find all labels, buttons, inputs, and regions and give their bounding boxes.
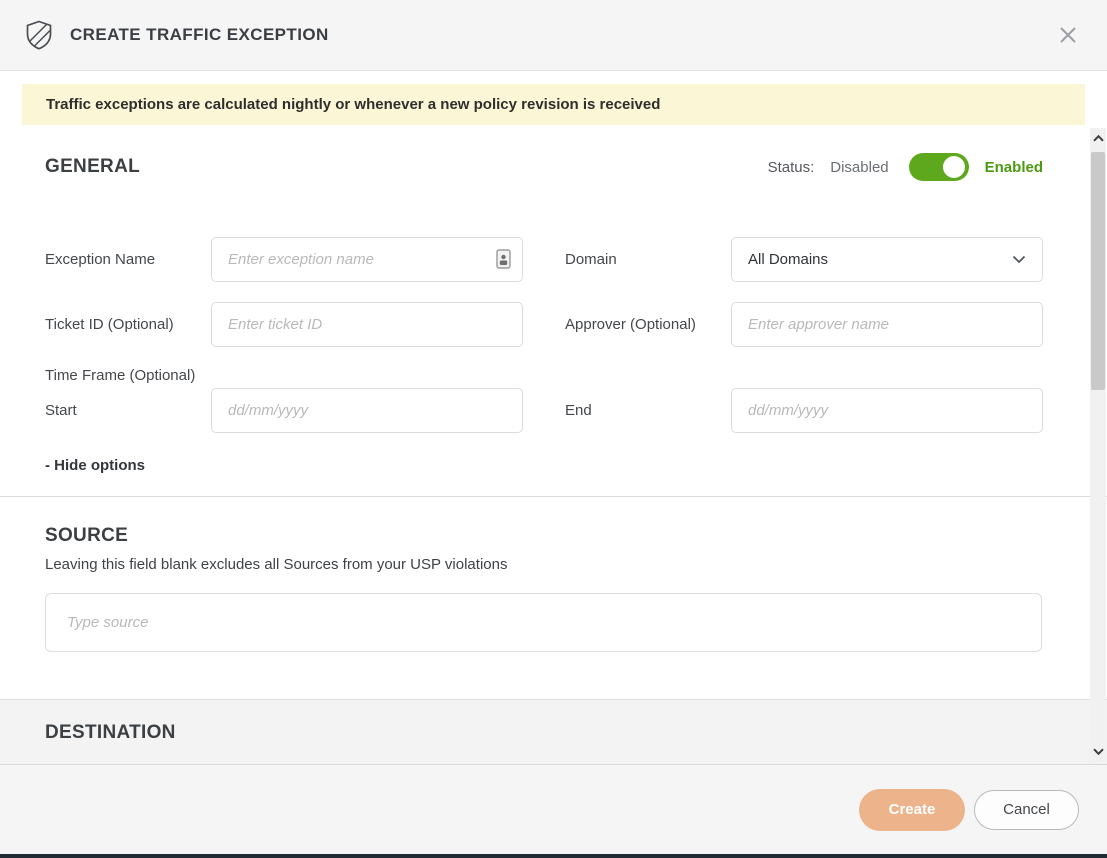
section-source: SOURCE Leaving this field blank excludes… (0, 497, 1107, 700)
status-toggle[interactable] (909, 153, 969, 181)
end-date-input[interactable] (731, 388, 1043, 433)
status-label: Status: (768, 159, 815, 176)
approver-input[interactable] (731, 302, 1043, 347)
section-destination: DESTINATION (0, 700, 1107, 765)
banner-area: Traffic exceptions are calculated nightl… (0, 71, 1107, 128)
general-form: Exception Name Domain All Domains (45, 237, 1043, 474)
create-button[interactable]: Create (859, 789, 965, 831)
chevron-down-icon[interactable] (1090, 744, 1106, 759)
timeframe-label: Time Frame (Optional) (45, 367, 1043, 388)
modal-title: CREATE TRAFFIC EXCEPTION (70, 25, 329, 45)
exception-name-input[interactable] (211, 237, 523, 282)
source-heading: SOURCE (45, 525, 1043, 547)
create-traffic-exception-modal: CREATE TRAFFIC EXCEPTION Traffic excepti… (0, 0, 1107, 858)
modal-footer: Create Cancel (0, 765, 1107, 854)
modal-header: CREATE TRAFFIC EXCEPTION (0, 0, 1107, 71)
chevron-down-icon (1012, 255, 1026, 264)
scrollbar[interactable] (1090, 128, 1106, 762)
toggle-knob (943, 156, 965, 178)
domain-selected-value: All Domains (748, 251, 828, 268)
hide-options-link[interactable]: - Hide options (45, 457, 1043, 474)
section-general: GENERAL Status: Disabled Enabled Excepti… (0, 128, 1107, 496)
ticket-id-input[interactable] (211, 302, 523, 347)
bottom-strip (0, 854, 1107, 858)
cancel-button[interactable]: Cancel (974, 790, 1079, 830)
exception-name-label: Exception Name (45, 251, 211, 268)
start-label: Start (45, 402, 211, 419)
shield-icon (26, 20, 52, 50)
chevron-up-icon[interactable] (1090, 131, 1106, 146)
domain-label: Domain (565, 251, 731, 268)
domain-select[interactable]: All Domains (731, 237, 1043, 282)
ticket-id-label: Ticket ID (Optional) (45, 316, 211, 333)
start-date-input[interactable] (211, 388, 523, 433)
scrollbar-thumb[interactable] (1091, 152, 1105, 390)
general-heading: GENERAL (45, 156, 140, 178)
end-label: End (565, 402, 731, 419)
source-input[interactable] (45, 593, 1042, 652)
destination-heading: DESTINATION (45, 722, 1043, 744)
status-disabled-label: Disabled (830, 159, 888, 176)
approver-label: Approver (Optional) (565, 316, 731, 333)
close-icon[interactable] (1055, 22, 1081, 48)
autofill-icon (496, 249, 511, 269)
source-description: Leaving this field blank excludes all So… (45, 556, 1043, 573)
notice-banner: Traffic exceptions are calculated nightl… (22, 84, 1085, 125)
status-enabled-label: Enabled (985, 159, 1043, 176)
status-group: Status: Disabled Enabled (768, 153, 1043, 181)
